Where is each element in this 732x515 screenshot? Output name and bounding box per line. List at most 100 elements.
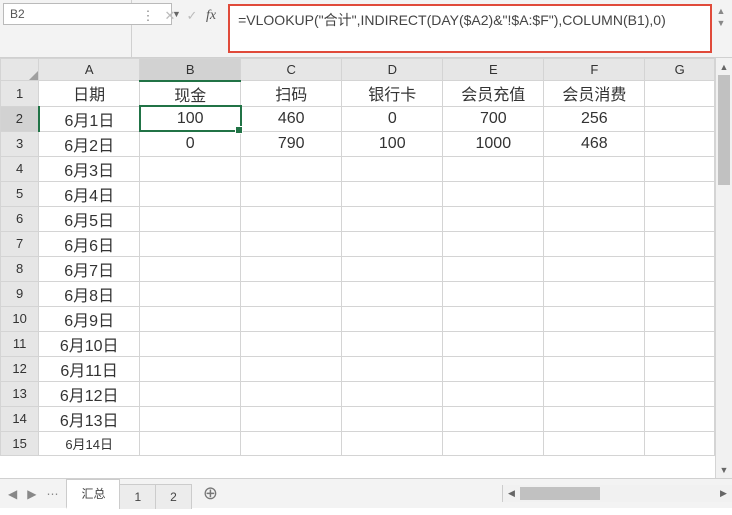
cell[interactable] [544, 156, 645, 181]
cell[interactable] [140, 306, 241, 331]
cell[interactable] [140, 231, 241, 256]
cell[interactable] [645, 81, 715, 107]
cell[interactable] [241, 181, 342, 206]
cell[interactable] [342, 431, 443, 455]
row-header[interactable]: 5 [1, 181, 39, 206]
cell[interactable] [241, 256, 342, 281]
scroll-down-icon[interactable]: ▼ [716, 461, 732, 478]
spreadsheet-grid[interactable]: A B C D E F G 1 日期 现金 扫码 银行卡 会员充值 会员消费 [0, 58, 715, 456]
cell[interactable] [342, 331, 443, 356]
cell[interactable]: 6月6日 [39, 231, 140, 256]
cell[interactable] [140, 206, 241, 231]
cell[interactable]: 日期 [39, 81, 140, 107]
cell[interactable] [241, 281, 342, 306]
cell[interactable] [544, 256, 645, 281]
sheet-tab[interactable]: 汇总 [66, 479, 120, 509]
cell[interactable]: 6月10日 [39, 331, 140, 356]
cell[interactable]: 6月5日 [39, 206, 140, 231]
cell[interactable] [241, 331, 342, 356]
cell[interactable]: 1000 [443, 131, 544, 156]
col-header[interactable]: F [544, 59, 645, 81]
cell[interactable]: 6月7日 [39, 256, 140, 281]
sheet-tab[interactable]: 2 [155, 484, 192, 509]
cell[interactable]: 0 [342, 106, 443, 131]
row-header[interactable]: 12 [1, 356, 39, 381]
cell[interactable] [645, 431, 715, 455]
cell[interactable]: 6月1日 [39, 106, 140, 131]
cell[interactable]: 扫码 [241, 81, 342, 107]
vertical-scrollbar[interactable]: ▲ ▼ [715, 58, 732, 478]
row-header[interactable]: 1 [1, 81, 39, 107]
cell[interactable] [241, 431, 342, 455]
cell[interactable] [342, 406, 443, 431]
formula-collapse-down-icon[interactable]: ▼ [717, 18, 726, 28]
cell[interactable] [241, 231, 342, 256]
cell[interactable]: 256 [544, 106, 645, 131]
cell[interactable] [241, 306, 342, 331]
cell[interactable] [443, 431, 544, 455]
cell[interactable] [544, 431, 645, 455]
cell[interactable] [443, 181, 544, 206]
sheet-nav-prev-icon[interactable]: ◀ [8, 487, 17, 501]
scroll-thumb[interactable] [520, 487, 600, 500]
cell[interactable] [140, 256, 241, 281]
fx-icon[interactable]: fx [206, 8, 216, 24]
cell[interactable] [443, 281, 544, 306]
cell[interactable] [544, 281, 645, 306]
cell[interactable]: 6月14日 [39, 431, 140, 455]
select-all-corner[interactable] [1, 59, 39, 81]
cell[interactable] [241, 381, 342, 406]
cell[interactable] [241, 356, 342, 381]
row-header[interactable]: 2 [1, 106, 39, 131]
cell[interactable] [140, 381, 241, 406]
cell[interactable] [645, 206, 715, 231]
cell[interactable] [140, 156, 241, 181]
cell[interactable]: 6月4日 [39, 181, 140, 206]
cell[interactable] [544, 331, 645, 356]
cell[interactable] [241, 206, 342, 231]
cell[interactable] [443, 156, 544, 181]
formula-bar-input[interactable]: =VLOOKUP("合计",INDIRECT(DAY($A2)&"!$A:$F"… [228, 4, 712, 53]
row-header[interactable]: 13 [1, 381, 39, 406]
row-header[interactable]: 10 [1, 306, 39, 331]
expand-refs-icon[interactable]: ⋮ [140, 8, 156, 24]
cell[interactable] [443, 256, 544, 281]
row-header[interactable]: 3 [1, 131, 39, 156]
row-header[interactable]: 9 [1, 281, 39, 306]
cell[interactable]: 6月13日 [39, 406, 140, 431]
cell[interactable]: 现金 [140, 81, 241, 107]
cell[interactable]: 会员充值 [443, 81, 544, 107]
cell[interactable] [645, 181, 715, 206]
cell[interactable] [544, 181, 645, 206]
cell[interactable] [645, 331, 715, 356]
col-header[interactable]: A [39, 59, 140, 81]
sheet-tab[interactable]: 1 [119, 484, 156, 509]
cell[interactable] [140, 431, 241, 455]
scroll-left-icon[interactable]: ◀ [503, 485, 520, 502]
cell[interactable] [342, 206, 443, 231]
cell[interactable] [140, 181, 241, 206]
cell[interactable]: 700 [443, 106, 544, 131]
cell[interactable] [241, 156, 342, 181]
cell[interactable] [544, 231, 645, 256]
cell[interactable] [443, 231, 544, 256]
cell[interactable] [342, 381, 443, 406]
row-header[interactable]: 4 [1, 156, 39, 181]
col-header[interactable]: D [342, 59, 443, 81]
add-sheet-button[interactable]: ⊕ [191, 479, 230, 508]
cell[interactable] [544, 356, 645, 381]
cell[interactable] [342, 181, 443, 206]
cell[interactable] [645, 156, 715, 181]
cell[interactable] [645, 306, 715, 331]
formula-collapse-up-icon[interactable]: ▲ [717, 6, 726, 16]
cell[interactable] [645, 381, 715, 406]
cell[interactable] [140, 356, 241, 381]
cell[interactable] [544, 206, 645, 231]
cell[interactable]: 100 [342, 131, 443, 156]
enter-icon[interactable]: ✓ [184, 8, 200, 24]
row-header[interactable]: 7 [1, 231, 39, 256]
cell[interactable] [645, 406, 715, 431]
cell[interactable] [140, 406, 241, 431]
cell[interactable] [645, 256, 715, 281]
cell[interactable] [645, 106, 715, 131]
